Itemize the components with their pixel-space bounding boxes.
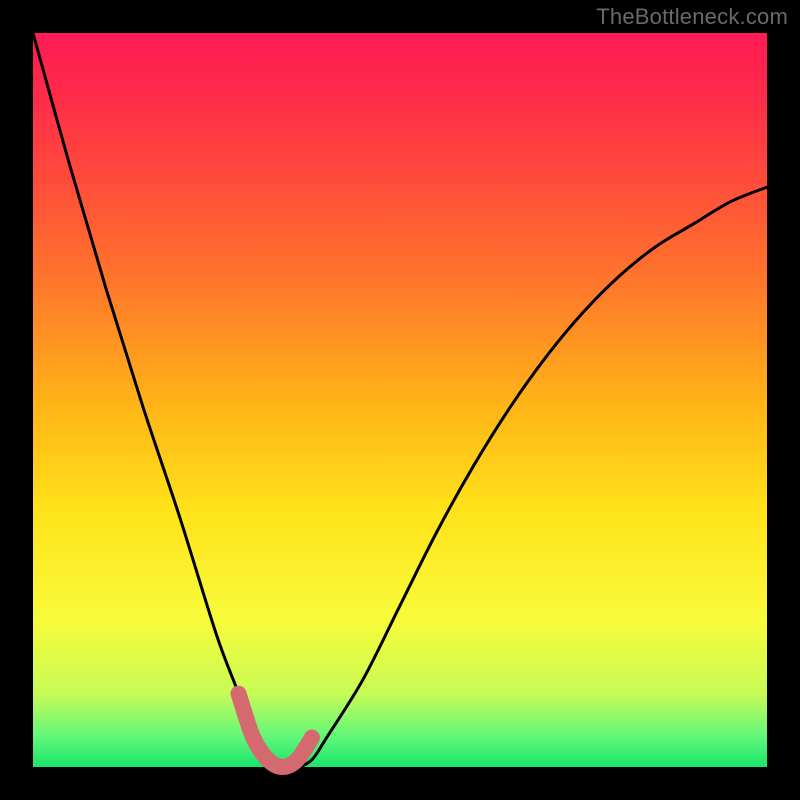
watermark-label: TheBottleneck.com	[596, 4, 788, 30]
chart-frame: TheBottleneck.com	[0, 0, 800, 800]
chart-svg	[0, 0, 800, 800]
plot-background	[33, 33, 767, 767]
